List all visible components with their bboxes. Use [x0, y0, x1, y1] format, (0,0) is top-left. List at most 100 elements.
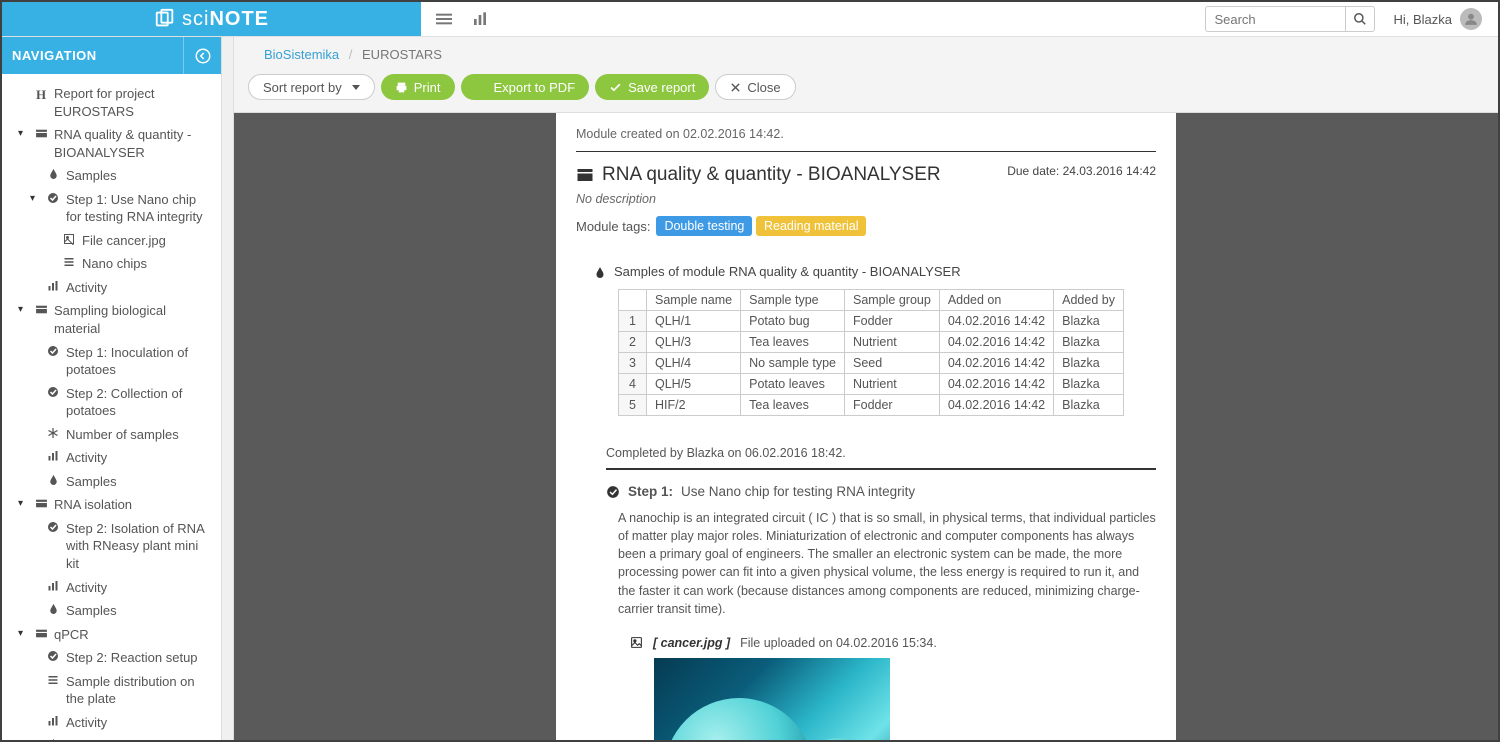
tree-item[interactable]: Samples — [8, 164, 217, 188]
tree-item[interactable]: Nano chips — [8, 252, 217, 276]
topbar: sciNOTE Hi, Blazka — [2, 2, 1498, 37]
image-icon — [62, 233, 76, 245]
check-icon — [46, 386, 60, 398]
table-row: 2QLH/3Tea leavesNutrient04.02.2016 14:42… — [619, 332, 1124, 353]
table-cell: Blazka — [1054, 374, 1124, 395]
tree-label: Sample distribution on the plate — [66, 673, 213, 708]
table-cell: 1 — [619, 311, 647, 332]
tree-label: Sampling biological material — [54, 302, 213, 337]
nav-tree[interactable]: HReport for project EUROSTARS▾RNA qualit… — [2, 74, 221, 740]
module-title-text: RNA quality & quantity - BIOANALYSER — [602, 164, 941, 186]
user-menu[interactable]: Hi, Blazka — [1393, 2, 1498, 36]
collapse-icon — [194, 47, 212, 65]
activity-icon — [46, 450, 60, 462]
tree-item[interactable]: ▾Step 1: Use Nano chip for testing RNA i… — [8, 188, 217, 229]
tree-item[interactable]: Samples — [8, 599, 217, 623]
brand-logo[interactable]: sciNOTE — [2, 2, 421, 36]
table-cell: 2 — [619, 332, 647, 353]
save-report-button[interactable]: Save report — [595, 74, 709, 100]
credit-icon — [34, 303, 48, 316]
tree-label: Samples — [66, 602, 213, 620]
table-cell: 5 — [619, 395, 647, 416]
table-cell: 04.02.2016 14:42 — [939, 311, 1053, 332]
activity-icon — [46, 580, 60, 592]
tree-item[interactable]: ▾ qPCR — [8, 623, 217, 647]
check-icon — [46, 192, 60, 204]
tree-item[interactable]: Sample distribution on the plate — [8, 670, 217, 711]
print-icon — [395, 81, 408, 94]
tree-item[interactable]: Activity — [8, 711, 217, 735]
table-cell: 04.02.2016 14:42 — [939, 374, 1053, 395]
step-number: Step 1: — [628, 484, 673, 499]
tree-item[interactable]: ▾ Sampling biological material — [8, 299, 217, 340]
table-header: Sample group — [844, 290, 939, 311]
caret-icon: ▾ — [18, 302, 28, 318]
tree-label: Step 2: Reaction setup — [66, 649, 213, 667]
table-cell: Potato leaves — [741, 374, 845, 395]
tree-item[interactable]: File cancer.jpg — [8, 229, 217, 253]
H-icon: H — [34, 86, 48, 104]
toolbar: BioSistemika / EUROSTARS Sort report by … — [234, 37, 1498, 113]
print-button[interactable]: Print — [381, 74, 455, 100]
brand-bold: NOTE — [209, 8, 269, 30]
tree-item[interactable]: ▾RNA isolation — [8, 493, 217, 517]
table-cell: Blazka — [1054, 311, 1124, 332]
tree-item[interactable]: Number of samples — [8, 423, 217, 447]
table-header: Sample type — [741, 290, 845, 311]
table-cell: Seed — [844, 353, 939, 374]
chart-icon[interactable] — [472, 11, 488, 27]
menu-icon[interactable] — [436, 11, 452, 27]
tree-label: Samples — [66, 473, 213, 491]
table-cell: QLH/1 — [647, 311, 741, 332]
tree-label: File cancer.jpg — [82, 232, 213, 250]
image-preview — [654, 658, 890, 740]
sidebar-collapse-button[interactable] — [183, 37, 221, 74]
check-icon — [46, 345, 60, 357]
table-cell: Nutrient — [844, 374, 939, 395]
tree-item[interactable]: ▾RNA quality & quantity - BIOANALYSER — [8, 123, 217, 164]
export-pdf-button[interactable]: Export to PDF — [461, 74, 590, 100]
sort-button[interactable]: Sort report by — [248, 74, 375, 100]
tree-item[interactable]: HReport for project EUROSTARS — [8, 82, 217, 123]
save-label: Save report — [628, 80, 695, 95]
report-canvas[interactable]: Module created on 02.02.2016 14:42. RNA … — [234, 113, 1498, 740]
breadcrumb: BioSistemika / EUROSTARS — [234, 37, 1498, 70]
tree-label: qPCR — [54, 626, 213, 644]
check-icon — [46, 650, 60, 662]
tree-label: Samples — [66, 737, 213, 740]
check-icon — [609, 81, 622, 94]
tree-item[interactable]: Samples — [8, 470, 217, 494]
step-title: Use Nano chip for testing RNA integrity — [681, 484, 915, 499]
tree-item[interactable]: Step 2: Collection of potatoes — [8, 382, 217, 423]
tree-item[interactable]: Step 1: Inoculation of potatoes — [8, 341, 217, 382]
table-cell: Blazka — [1054, 395, 1124, 416]
tree-item[interactable]: Activity — [8, 576, 217, 600]
tree-label: RNA isolation — [54, 496, 213, 514]
search-button[interactable] — [1345, 6, 1375, 32]
tree-item[interactable]: Samples — [8, 734, 217, 740]
report-page: Module created on 02.02.2016 14:42. RNA … — [556, 113, 1176, 740]
search-input[interactable] — [1205, 6, 1345, 32]
step-body: A nanochip is an integrated circuit ( IC… — [618, 509, 1156, 618]
tree-item[interactable]: Activity — [8, 446, 217, 470]
tree-item[interactable]: Step 2: Isolation of RNA with RNeasy pla… — [8, 517, 217, 576]
table-row: 4QLH/5Potato leavesNutrient04.02.2016 14… — [619, 374, 1124, 395]
step-header: Step 1: Use Nano chip for testing RNA in… — [606, 484, 1156, 499]
tree-item[interactable]: Activity — [8, 276, 217, 300]
module-created: Module created on 02.02.2016 14:42. — [576, 127, 784, 141]
tree-label: Activity — [66, 279, 213, 297]
sidebar-title: NAVIGATION — [12, 48, 97, 63]
table-row: 1QLH/1Potato bugFodder04.02.2016 14:42Bl… — [619, 311, 1124, 332]
check-circle-icon — [606, 485, 620, 499]
caret-icon: ▾ — [18, 626, 28, 642]
tree-item[interactable]: Step 2: Reaction setup — [8, 646, 217, 670]
close-icon — [730, 82, 741, 93]
table-cell: Nutrient — [844, 332, 939, 353]
close-button[interactable]: Close — [715, 74, 795, 100]
user-greeting: Hi, Blazka — [1393, 12, 1452, 27]
search-icon — [1353, 12, 1367, 26]
credit-icon — [34, 627, 48, 640]
sidebar-scrollbar[interactable] — [222, 37, 234, 740]
module-tag: Reading material — [756, 216, 867, 236]
breadcrumb-root[interactable]: BioSistemika — [264, 47, 339, 62]
